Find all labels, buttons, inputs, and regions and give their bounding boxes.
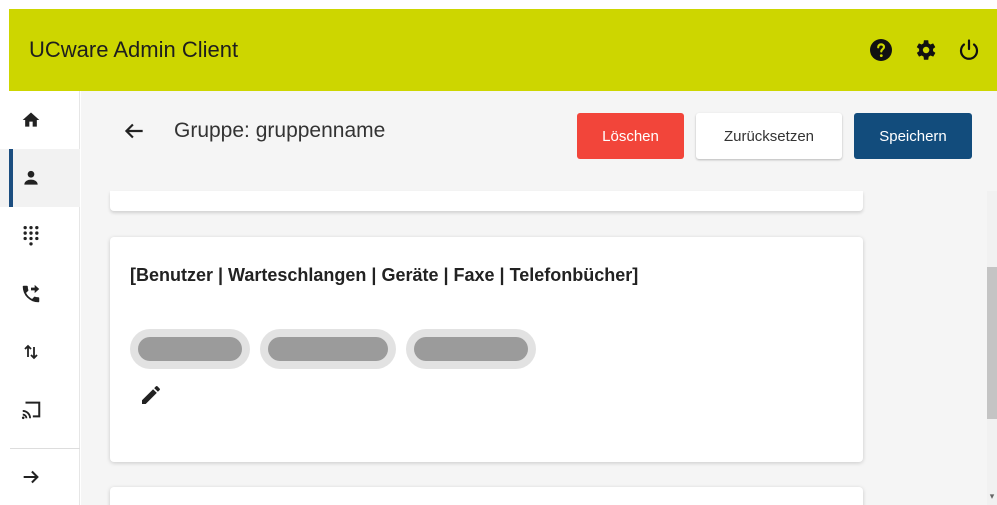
sidebar: [0, 91, 80, 505]
save-button[interactable]: Speichern: [854, 113, 972, 159]
member-chip[interactable]: [130, 329, 250, 369]
sidebar-item-dialpad[interactable]: [0, 207, 80, 265]
chip-placeholder: [414, 337, 528, 361]
sidebar-item-call-forward[interactable]: [0, 265, 80, 323]
member-chip[interactable]: [406, 329, 536, 369]
power-icon[interactable]: [956, 37, 982, 63]
header-actions: [868, 37, 982, 63]
page-title: Gruppe: gruppenname: [174, 119, 386, 142]
member-chip-list: [130, 329, 536, 369]
delete-button[interactable]: Löschen: [577, 113, 684, 159]
phone-forward-icon: [22, 284, 40, 303]
chip-placeholder: [138, 337, 242, 361]
arrow-right-icon: [23, 470, 39, 484]
cast-icon: [21, 401, 41, 420]
app-title: UCware Admin Client: [29, 37, 239, 62]
settings-icon[interactable]: [912, 37, 938, 63]
back-button[interactable]: [121, 118, 147, 144]
sidebar-item-home[interactable]: [0, 91, 80, 149]
reset-button[interactable]: Zurücksetzen: [696, 113, 842, 159]
sidebar-item-cast[interactable]: [0, 381, 80, 439]
arrow-left-icon: [124, 123, 143, 139]
sidebar-expand-button[interactable]: [0, 449, 80, 505]
sidebar-item-sort[interactable]: [0, 323, 80, 381]
members-card: [Benutzer | Warteschlangen | Geräte | Fa…: [110, 237, 863, 462]
dialpad-icon: [23, 226, 39, 246]
pencil-icon: [142, 386, 160, 404]
sidebar-item-users[interactable]: [0, 149, 80, 207]
app-header-bar: UCware Admin Client: [9, 9, 997, 91]
app-header: UCware Admin Client: [0, 0, 997, 95]
scrollbar-thumb[interactable]: [987, 267, 997, 419]
member-chip[interactable]: [260, 329, 396, 369]
card-title: [Benutzer | Warteschlangen | Geräte | Fa…: [130, 265, 639, 285]
scroll-down-arrow[interactable]: ▾: [987, 491, 997, 501]
chip-placeholder: [268, 337, 388, 361]
person-icon: [24, 170, 38, 185]
main-content: Gruppe: gruppenname Löschen Zurücksetzen…: [81, 91, 997, 505]
edit-button[interactable]: [139, 383, 165, 409]
sort-arrows-icon: [24, 344, 38, 360]
help-icon[interactable]: [868, 37, 894, 63]
home-icon: [22, 112, 40, 127]
previous-card: [110, 191, 863, 211]
next-card: [110, 487, 863, 505]
